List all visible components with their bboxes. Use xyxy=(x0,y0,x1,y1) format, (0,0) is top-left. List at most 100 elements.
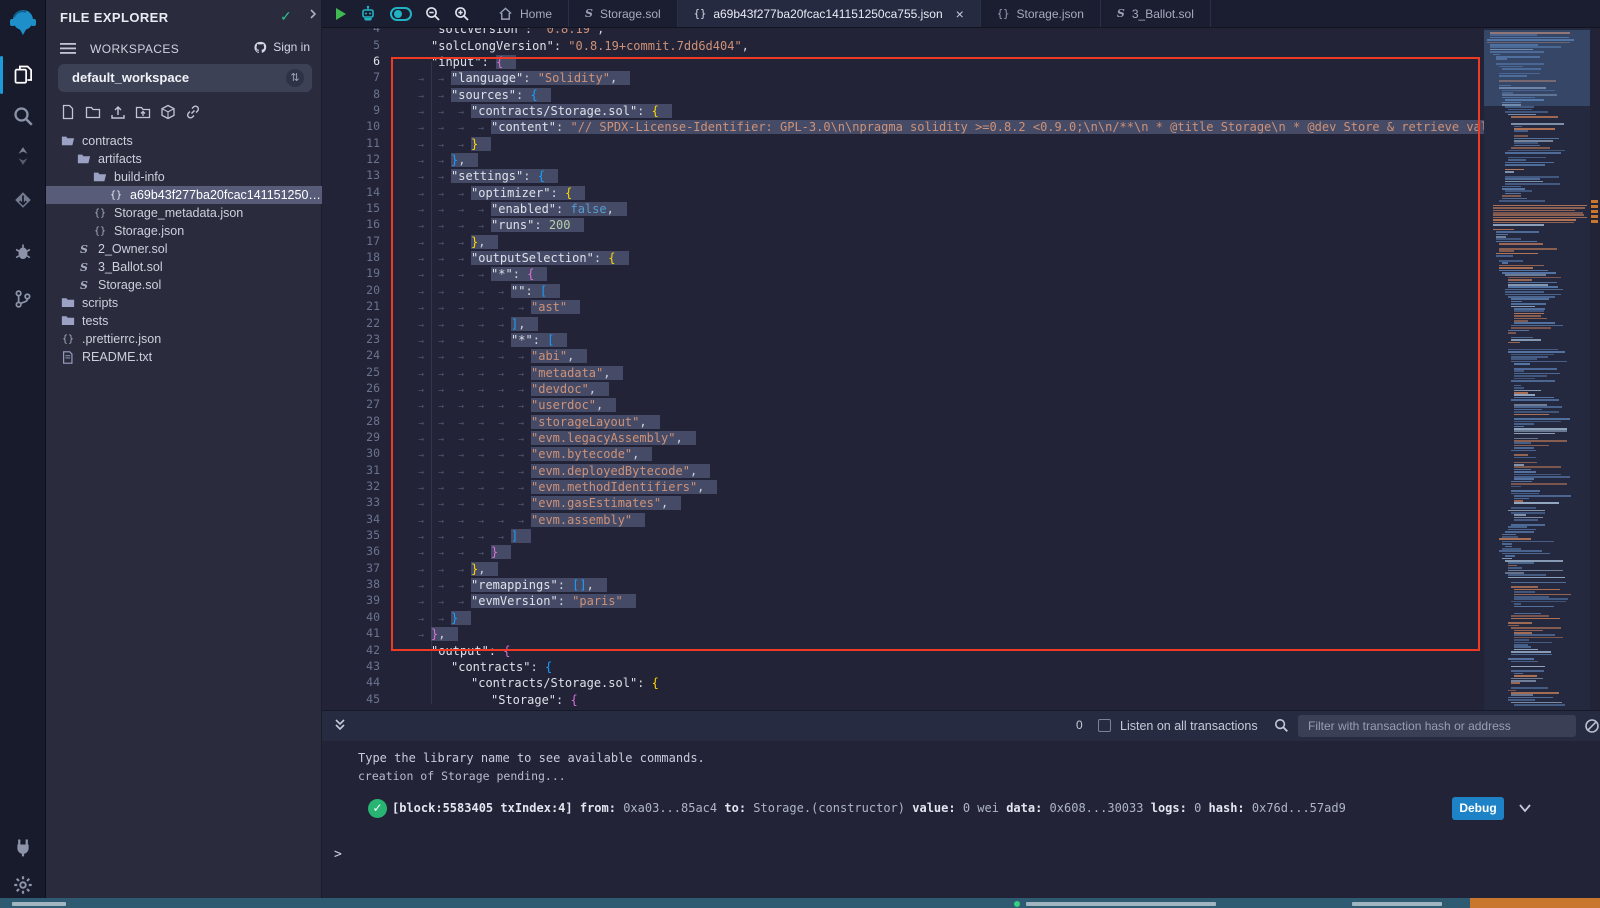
transaction-filter-input[interactable] xyxy=(1298,715,1576,737)
upload-folder-icon[interactable] xyxy=(135,104,151,120)
zoom-in-icon[interactable] xyxy=(454,6,470,22)
tree-file-2-owner-sol[interactable]: S2_Owner.sol xyxy=(46,240,322,258)
code-line: →→→"remappings": [], xyxy=(411,577,607,594)
tab-home[interactable]: Home xyxy=(482,0,569,27)
ruler-mark xyxy=(1591,200,1598,203)
debugger-icon[interactable] xyxy=(7,236,39,268)
code-line: →→→}, xyxy=(411,234,498,251)
line-number: 10 xyxy=(322,119,380,133)
line-number: 33 xyxy=(322,495,380,509)
code-line: →→→→→→"abi", xyxy=(411,348,587,365)
run-script-icon[interactable] xyxy=(336,8,346,20)
code-line: →→"sources": { xyxy=(411,87,551,104)
tab-3-ballot-sol[interactable]: S3_Ballot.sol xyxy=(1101,0,1211,27)
left-icon-rail xyxy=(0,0,46,908)
workspace-select[interactable]: default_workspace ⇅ xyxy=(58,64,312,92)
hamburger-menu-icon[interactable] xyxy=(60,42,76,55)
selection-highlight: "userdoc", xyxy=(531,398,616,412)
line-number: 8 xyxy=(322,87,380,101)
link-icon[interactable] xyxy=(185,104,201,120)
selection-highlight: ] xyxy=(511,529,531,543)
tab-a69b43f277ba20fcac141151250ca755-json[interactable]: {}a69b43f277ba20fcac141151250ca755.json× xyxy=(678,0,981,27)
folder-closed-icon xyxy=(60,296,76,310)
tree-folder-artifacts[interactable]: artifacts xyxy=(46,150,322,168)
solidity-compiler-icon[interactable] xyxy=(7,140,39,172)
code-line: →→→→→"": [ xyxy=(411,283,560,300)
sign-in-button[interactable]: Sign in xyxy=(253,40,310,54)
tree-file-3-ballot-sol[interactable]: S3_Ballot.sol xyxy=(46,258,322,276)
line-number: 7 xyxy=(322,70,380,84)
tree-folder-scripts[interactable]: scripts xyxy=(46,294,322,312)
tree-file-a69b43f277ba20fcac141151250ca7-[interactable]: {}a69b43f277ba20fcac141151250ca7... xyxy=(46,186,322,204)
code-line: →→→→→→"ast" xyxy=(411,299,580,316)
tab-storage-sol[interactable]: SStorage.sol xyxy=(569,0,678,27)
selection-highlight: "evm.methodIdentifiers", xyxy=(531,480,717,494)
new-file-icon[interactable] xyxy=(60,104,76,120)
ai-copilot-toggle[interactable] xyxy=(390,7,412,21)
code-line: "Storage": { xyxy=(411,692,578,709)
line-number: 9 xyxy=(322,103,380,117)
file-explorer-icon[interactable] xyxy=(7,58,39,90)
tree-folder-tests[interactable]: tests xyxy=(46,312,322,330)
sol-icon: S xyxy=(585,7,593,20)
double-chevron-down-icon[interactable] xyxy=(334,718,346,732)
code-line: →→→→→→"evm.bytecode", xyxy=(411,446,652,463)
code-line: →→→"contracts/Storage.sol": { xyxy=(411,103,672,120)
terminal-prompt[interactable]: > xyxy=(334,847,342,862)
search-icon[interactable] xyxy=(7,100,39,132)
new-folder-icon[interactable] xyxy=(85,104,101,120)
selection-highlight: "settings": { xyxy=(451,169,558,183)
close-icon[interactable]: × xyxy=(956,6,964,22)
zoom-out-icon[interactable] xyxy=(425,6,441,22)
json-icon: {} xyxy=(997,8,1010,20)
upload-file-icon[interactable] xyxy=(110,104,126,120)
tree-folder-build-info[interactable]: build-info xyxy=(46,168,322,186)
folder-open-icon xyxy=(60,134,76,148)
settings-icon[interactable] xyxy=(7,869,39,901)
line-number: 44 xyxy=(322,675,380,689)
line-number: 43 xyxy=(322,659,380,673)
sol-icon: S xyxy=(76,278,92,292)
tree-folder-contracts[interactable]: contracts xyxy=(46,132,322,150)
deploy-run-icon[interactable] xyxy=(7,184,39,216)
search-icon[interactable] xyxy=(1274,718,1289,733)
json-icon: {} xyxy=(694,8,707,20)
debug-button[interactable]: Debug xyxy=(1452,797,1504,820)
selection-highlight: "runs": 200 xyxy=(491,218,584,232)
tree-file-readme-txt[interactable]: README.txt xyxy=(46,348,322,366)
tree-file-storage-metadata-json[interactable]: {}Storage_metadata.json xyxy=(46,204,322,222)
tree-file--prettierrc-json[interactable]: {}.prettierrc.json xyxy=(46,330,322,348)
tree-file-storage-sol[interactable]: SStorage.sol xyxy=(46,276,322,294)
code-editor[interactable]: 4"solcVersion": "0.8.19",5"solcLongVersi… xyxy=(322,28,1600,710)
ruler-mark xyxy=(1591,205,1598,208)
code-line: →→→→→→"devdoc", xyxy=(411,381,609,398)
selection-highlight: }, xyxy=(451,153,478,167)
code-line: →→→} xyxy=(411,136,491,153)
transaction-count-badge: 0 xyxy=(1076,718,1083,732)
line-number: 39 xyxy=(322,593,380,607)
selection-highlight: "ast" xyxy=(531,300,580,314)
selection-highlight: "*": { xyxy=(491,267,547,281)
status-orange-badge[interactable] xyxy=(1470,898,1600,908)
remix-logo-icon[interactable] xyxy=(7,8,39,40)
ipfs-box-icon[interactable] xyxy=(160,104,176,120)
git-icon[interactable] xyxy=(7,283,39,315)
code-line: →→→→→→"metadata", xyxy=(411,365,623,382)
clear-console-icon[interactable] xyxy=(1584,718,1600,734)
transaction-log-row[interactable]: ✓ [block:5583405 txIndex:4] from: 0xa03.… xyxy=(358,799,1588,823)
tx-expand-chevron-icon[interactable] xyxy=(1518,801,1532,815)
sign-in-label: Sign in xyxy=(273,40,310,54)
minimap[interactable] xyxy=(1484,28,1590,710)
workspace-selected-value: default_workspace xyxy=(72,70,189,85)
chevron-right-icon[interactable] xyxy=(308,8,318,20)
line-number: 13 xyxy=(322,168,380,182)
plugin-manager-icon[interactable] xyxy=(7,831,39,863)
ruler-mark xyxy=(1591,210,1598,213)
remix-ai-robot-icon[interactable] xyxy=(359,5,377,22)
tree-item-label: README.txt xyxy=(82,350,152,364)
line-number: 40 xyxy=(322,610,380,624)
tree-file-storage-json[interactable]: {}Storage.json xyxy=(46,222,322,240)
minimap-viewport[interactable] xyxy=(1484,30,1590,106)
tab-storage-json[interactable]: {}Storage.json xyxy=(981,0,1101,27)
listen-all-transactions-checkbox[interactable] xyxy=(1098,719,1111,732)
